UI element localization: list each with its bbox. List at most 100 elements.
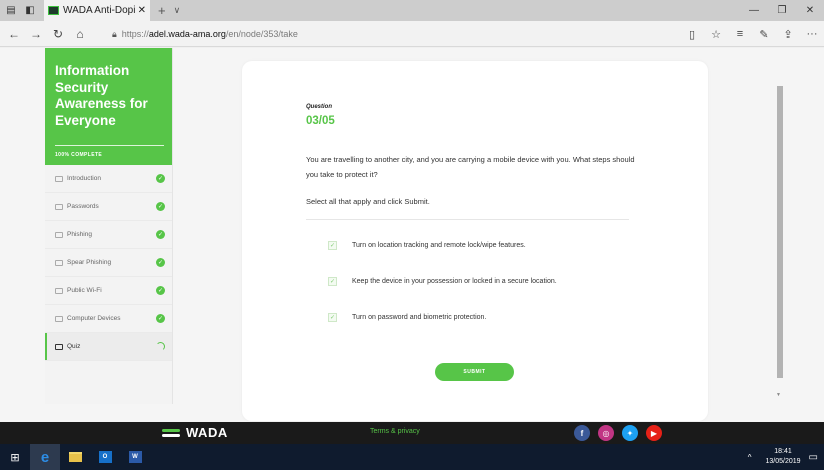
lesson-icon bbox=[55, 175, 63, 182]
checkbox[interactable]: ✓ bbox=[328, 241, 337, 250]
tabs-aside-icon[interactable]: ◧ bbox=[22, 0, 38, 21]
browser-tab-strip: ▤ ◧ WADA Anti-Doping eLe ✕ + ∨ — ❐ ✕ bbox=[0, 0, 824, 21]
lesson-item-phishing[interactable]: Phishing ✓ bbox=[45, 221, 172, 249]
browser-tab[interactable]: WADA Anti-Doping eLe ✕ bbox=[44, 0, 150, 21]
lesson-item-passwords[interactable]: Passwords ✓ bbox=[45, 193, 172, 221]
check-icon: ✓ bbox=[156, 286, 165, 295]
tab-actions-icon[interactable]: ▤ bbox=[3, 0, 19, 21]
url-path: /en/node/353/take bbox=[225, 29, 298, 39]
instagram-icon[interactable]: ◎ bbox=[598, 425, 614, 441]
question-text: You are travelling to another city, and … bbox=[306, 155, 635, 179]
forward-arrow-icon[interactable]: → bbox=[25, 21, 47, 47]
taskbar-edge[interactable]: e bbox=[30, 444, 60, 470]
answer-option[interactable]: ✓ Turn on password and biometric protect… bbox=[328, 313, 486, 322]
back-arrow-icon[interactable]: ← bbox=[3, 21, 25, 47]
favorites-hub-icon[interactable]: ≡ bbox=[728, 28, 752, 40]
check-icon: ✓ bbox=[156, 258, 165, 267]
answer-text: Turn on password and biometric protectio… bbox=[352, 314, 487, 321]
lesson-item-spear-phishing[interactable]: Spear Phishing ✓ bbox=[45, 249, 172, 277]
terms-privacy-link[interactable]: Terms & privacy bbox=[370, 428, 420, 435]
answer-text: Turn on location tracking and remote loc… bbox=[352, 242, 526, 249]
check-icon: ✓ bbox=[156, 174, 165, 183]
lesson-label: Introduction bbox=[67, 175, 101, 182]
progress-rule bbox=[55, 145, 164, 146]
word-icon: W bbox=[128, 451, 142, 463]
restore-icon[interactable]: ❐ bbox=[768, 0, 796, 21]
reading-view-icon[interactable]: ▯ bbox=[680, 28, 704, 41]
windows-taskbar: ⊞ e O W ^ 18:41 13/05/2019 ▭ bbox=[0, 444, 824, 470]
divider bbox=[306, 219, 629, 220]
wada-favicon-icon bbox=[48, 6, 59, 15]
tab-close-icon[interactable]: ✕ bbox=[138, 5, 146, 16]
clock-time: 18:41 bbox=[774, 448, 792, 455]
answer-option[interactable]: ✓ Turn on location tracking and remote l… bbox=[328, 241, 526, 250]
lesson-label: Spear Phishing bbox=[67, 259, 112, 266]
lesson-icon bbox=[55, 287, 63, 294]
favorite-star-icon[interactable]: ☆ bbox=[704, 28, 728, 41]
wada-logo-icon bbox=[162, 427, 180, 439]
taskbar-file-explorer[interactable] bbox=[60, 444, 90, 470]
quiz-card: Question 03/05 You are travelling to ano… bbox=[242, 61, 708, 421]
lesson-label: Passwords bbox=[67, 203, 99, 210]
clock[interactable]: 18:41 13/05/2019 bbox=[766, 447, 801, 467]
course-sidebar: Information Security Awareness for Every… bbox=[45, 48, 173, 404]
course-header: Information Security Awareness for Every… bbox=[45, 48, 172, 165]
lesson-icon bbox=[55, 259, 63, 266]
folder-icon bbox=[68, 452, 82, 462]
wada-logo[interactable]: WADA bbox=[162, 425, 228, 440]
checkbox[interactable]: ✓ bbox=[328, 277, 337, 286]
scrollbar-thumb[interactable] bbox=[777, 86, 783, 378]
start-button[interactable]: ⊞ bbox=[0, 444, 30, 470]
facebook-icon[interactable]: f bbox=[574, 425, 590, 441]
windows-icon: ⊞ bbox=[10, 451, 20, 464]
answer-option[interactable]: ✓ Keep the device in your possession or … bbox=[328, 277, 557, 286]
check-icon: ✓ bbox=[156, 202, 165, 211]
notification-icon[interactable]: ▭ bbox=[809, 452, 818, 463]
new-tab-icon[interactable]: + bbox=[158, 3, 166, 18]
lesson-icon bbox=[55, 315, 63, 322]
lesson-label: Computer Devices bbox=[67, 315, 121, 322]
lesson-item-computer-devices[interactable]: Computer Devices ✓ bbox=[45, 305, 172, 333]
lesson-menu: Introduction ✓ Passwords ✓ Phishing ✓ Sp… bbox=[45, 165, 172, 361]
lesson-item-quiz[interactable]: Quiz bbox=[45, 333, 172, 361]
in-progress-icon bbox=[156, 342, 165, 351]
address-bar-row: ← → ↻ ⌂ 🔒︎ https://adel.wada-ama.org/en/… bbox=[0, 21, 824, 47]
lesson-label: Phishing bbox=[67, 231, 92, 238]
lesson-label: Quiz bbox=[67, 343, 81, 350]
lesson-icon bbox=[55, 231, 63, 238]
site-footer: WADA Terms & privacy f ◎ ✦ ▶ bbox=[0, 422, 824, 444]
window-controls: — ❐ ✕ bbox=[740, 0, 824, 21]
minimize-icon[interactable]: — bbox=[740, 0, 768, 21]
tab-menu-chevron-icon[interactable]: ∨ bbox=[174, 5, 181, 16]
twitter-icon[interactable]: ✦ bbox=[622, 425, 638, 441]
tab-title: WADA Anti-Doping eLe bbox=[63, 5, 136, 16]
close-window-icon[interactable]: ✕ bbox=[796, 0, 824, 21]
system-tray: ^ 18:41 13/05/2019 ▭ bbox=[748, 444, 824, 470]
scroll-down-icon[interactable]: ▼ bbox=[776, 392, 781, 398]
taskbar-word[interactable]: W bbox=[120, 444, 150, 470]
lesson-label: Public Wi-Fi bbox=[67, 287, 102, 294]
checkbox[interactable]: ✓ bbox=[328, 313, 337, 322]
edge-icon: e bbox=[40, 448, 50, 466]
url-domain: adel.wada-ama.org bbox=[148, 29, 226, 39]
lesson-item-introduction[interactable]: Introduction ✓ bbox=[45, 165, 172, 193]
course-title: Information Security Awareness for Every… bbox=[55, 63, 148, 128]
more-icon[interactable]: ··· bbox=[800, 28, 824, 40]
refresh-icon[interactable]: ↻ bbox=[47, 21, 69, 47]
share-icon[interactable]: ⇪ bbox=[776, 28, 800, 41]
course-progress: 100% COMPLETE bbox=[55, 152, 103, 158]
youtube-icon[interactable]: ▶ bbox=[646, 425, 662, 441]
pen-icon[interactable]: ✎ bbox=[752, 28, 776, 41]
url-field[interactable]: 🔒︎ https://adel.wada-ama.org/en/node/353… bbox=[112, 26, 652, 42]
answer-text: Keep the device in your possession or lo… bbox=[352, 278, 557, 285]
outlook-icon: O bbox=[98, 451, 112, 463]
page-scrollbar[interactable]: ▼ bbox=[775, 48, 785, 404]
lesson-item-public-wifi[interactable]: Public Wi-Fi ✓ bbox=[45, 277, 172, 305]
lock-icon: 🔒︎ bbox=[112, 28, 117, 39]
url-prefix: https:// bbox=[121, 29, 149, 39]
submit-button[interactable]: SUBMIT bbox=[435, 363, 514, 381]
question-number: 03/05 bbox=[306, 115, 335, 127]
home-icon[interactable]: ⌂ bbox=[69, 21, 91, 47]
taskbar-outlook[interactable]: O bbox=[90, 444, 120, 470]
show-hidden-icons-icon[interactable]: ^ bbox=[748, 453, 752, 462]
